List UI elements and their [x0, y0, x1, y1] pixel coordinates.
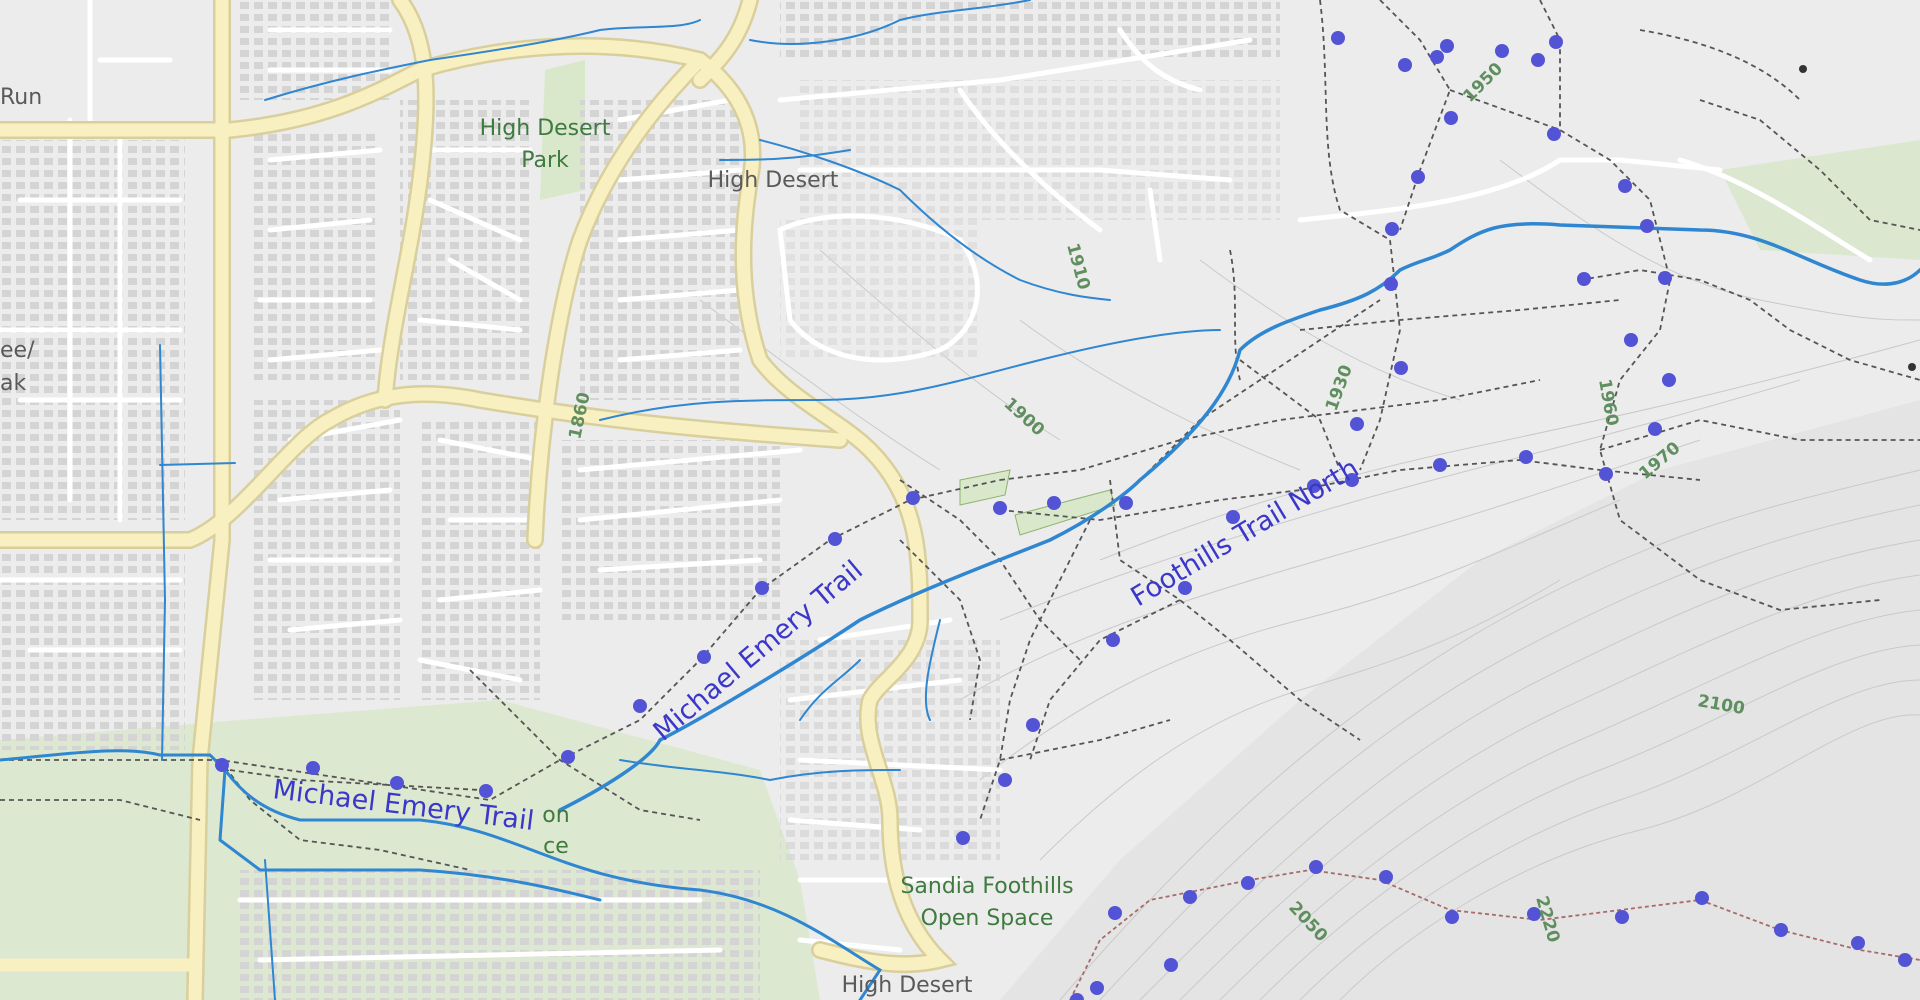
place-label: Run [0, 85, 42, 110]
peak-marker [1799, 65, 1807, 73]
park-label: on [542, 803, 569, 828]
place-label: ak [0, 371, 26, 396]
peak-marker [1908, 363, 1916, 371]
map-canvas[interactable]: Run ee/ ak High Desert Park High Desert … [0, 0, 1920, 1000]
park-label: High Desert [480, 116, 611, 141]
place-label: High Desert [842, 973, 973, 998]
park-label: Open Space [921, 906, 1054, 931]
place-label: High Desert [708, 168, 839, 193]
place-label: ee/ [0, 338, 35, 363]
park-label: Sandia Foothills [900, 874, 1073, 899]
park-label: Park [521, 148, 569, 173]
park-label: ce [543, 834, 569, 859]
